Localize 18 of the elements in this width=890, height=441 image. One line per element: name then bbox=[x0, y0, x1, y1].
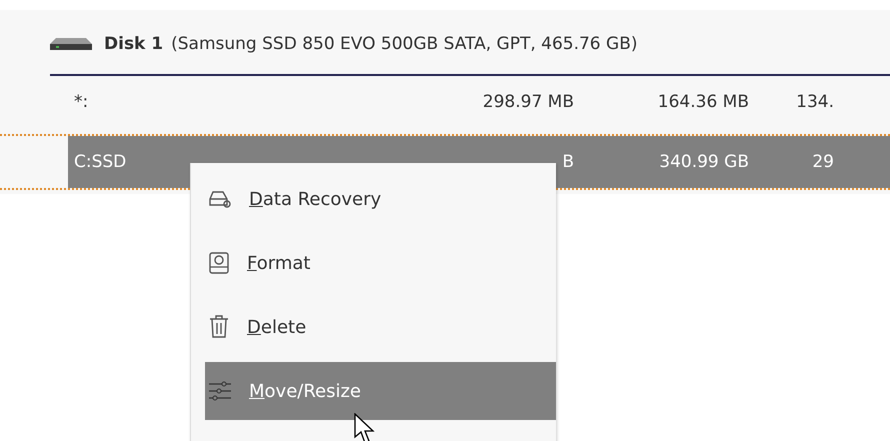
drive-icon bbox=[209, 190, 231, 208]
table-cell-text: 340.99 GB bbox=[658, 152, 749, 172]
trash-icon bbox=[209, 315, 229, 339]
menu-item[interactable]: Format bbox=[205, 231, 556, 295]
table-cell-text: 298.97 MB bbox=[482, 92, 574, 112]
hard-drive-icon bbox=[50, 36, 92, 52]
menu-item[interactable]: Delete bbox=[205, 295, 556, 359]
menu-item[interactable]: Move/Resize bbox=[205, 362, 556, 420]
table-cell-text: 164.36 MB bbox=[656, 92, 749, 112]
table-cell-text: 29 bbox=[811, 152, 834, 172]
disk-name: Disk 1 bbox=[104, 34, 164, 54]
table-cell-text: B bbox=[561, 152, 574, 172]
table-cell-text: *: bbox=[73, 92, 90, 112]
partition-row[interactable]: *: 298.97 MB 164.36 MB 134. bbox=[68, 76, 890, 128]
table-cell-text: C:SSD bbox=[73, 152, 128, 172]
sliders-icon bbox=[209, 380, 231, 402]
disk-details: (Samsung SSD 850 EVO 500GB SATA, GPT, 465.76 GB) bbox=[171, 34, 638, 54]
table-cell-text: 134. bbox=[795, 92, 834, 112]
